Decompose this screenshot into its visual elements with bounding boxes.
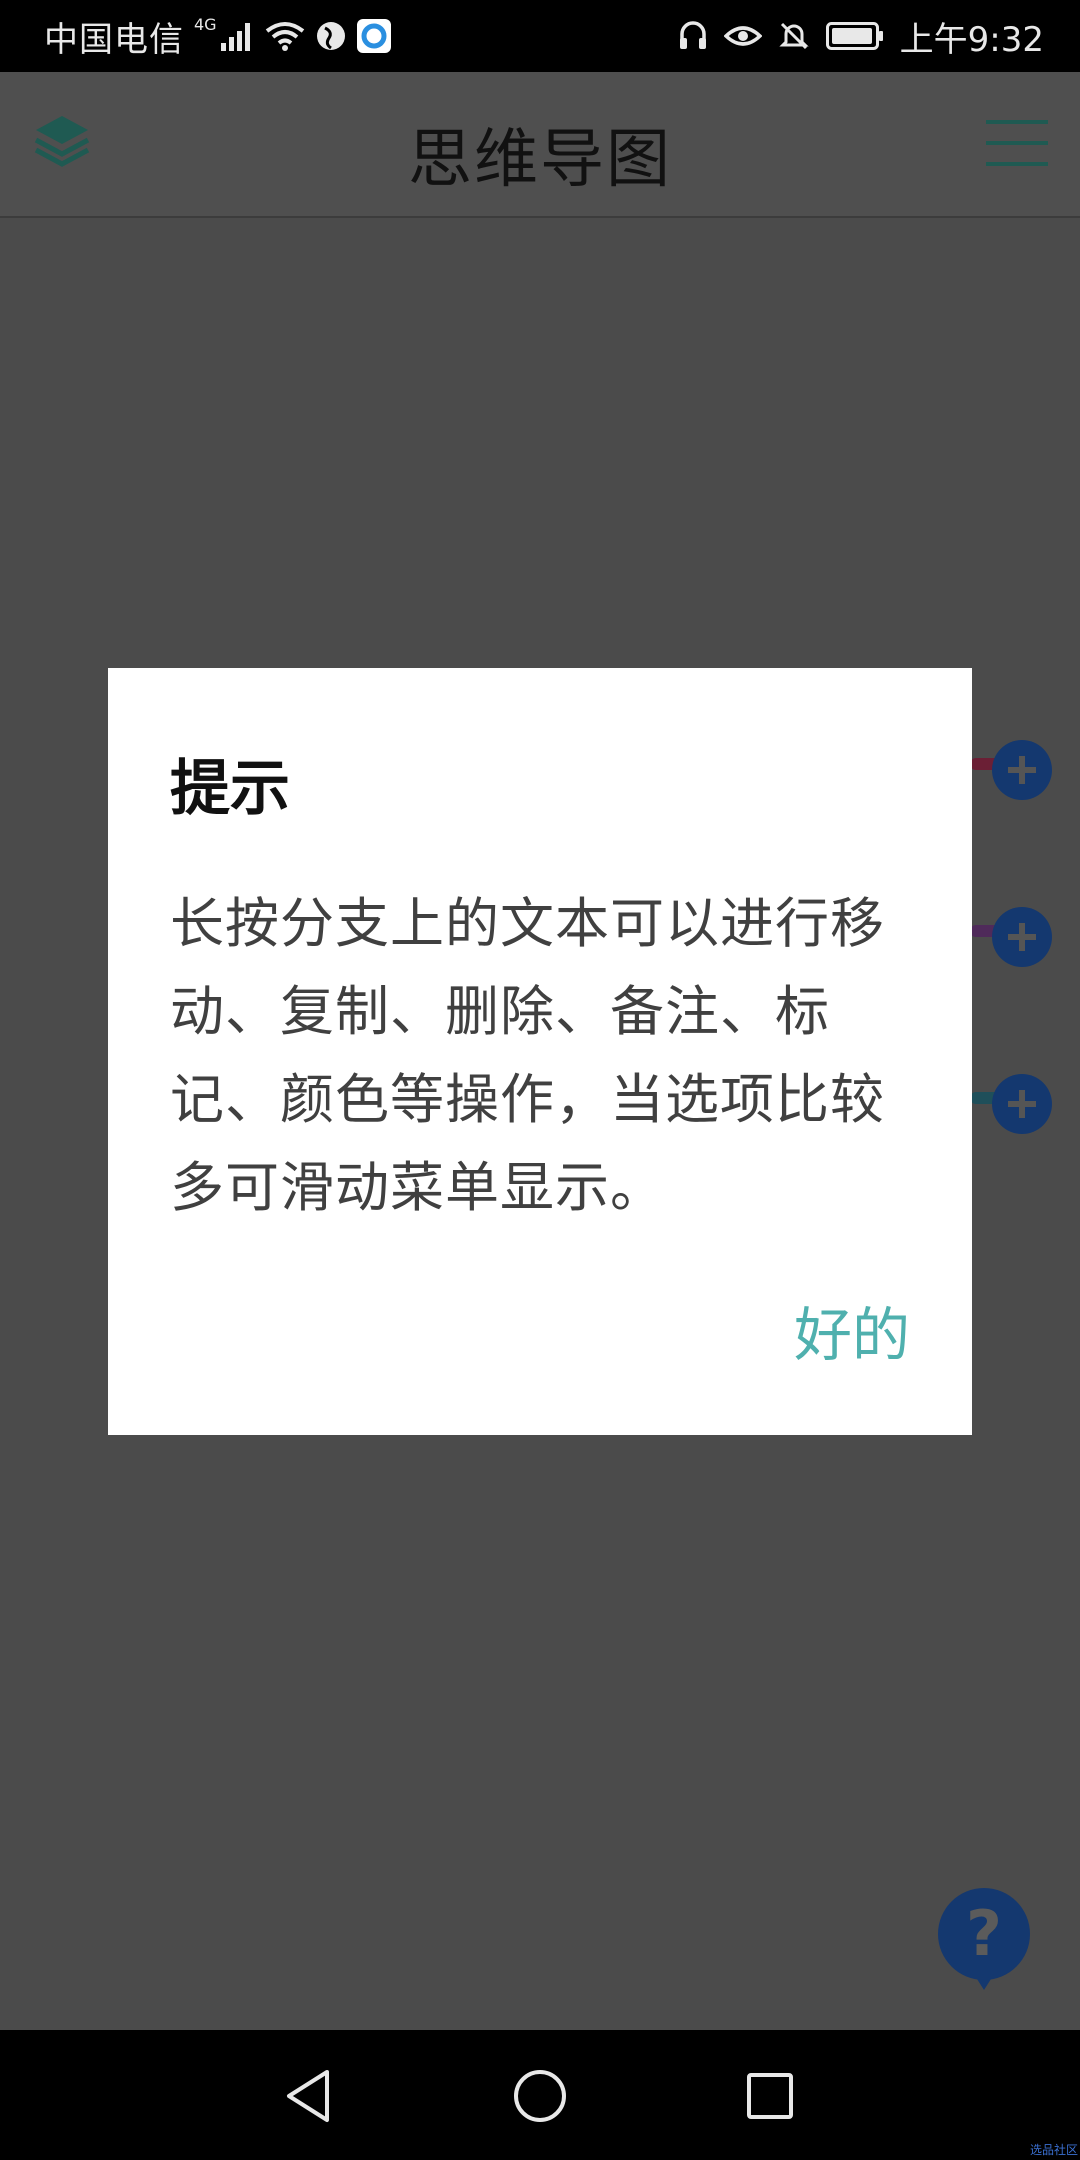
dialog-message: 长按分支上的文本可以进行移动、复制、删除、备注、标记、颜色等操作，当选项比较多可… (170, 892, 885, 1219)
watermark: 选品社区 (1029, 2143, 1078, 2157)
home-icon (514, 2070, 566, 2122)
navigation-bar: 选品社区 (0, 2030, 1080, 2160)
add-branch-button[interactable] (992, 740, 1052, 800)
recents-icon (747, 2073, 793, 2119)
eye-icon (723, 22, 762, 50)
hint-dialog: 提示 长按分支上的文本可以进行移动、复制、删除、备注、标记、颜色等操作，当选项比… (108, 668, 972, 1435)
network-type: 4G (194, 14, 217, 34)
battery-icon (825, 22, 884, 50)
add-branch-button[interactable] (992, 907, 1052, 967)
signal-icon (220, 21, 255, 51)
clock: 上午9:32 (899, 19, 1044, 60)
home-button[interactable] (504, 2060, 576, 2132)
help-button[interactable]: ? (938, 1888, 1030, 1980)
back-button[interactable] (272, 2060, 344, 2132)
carrier-name: 中国电信 (44, 19, 184, 60)
headset-icon (678, 20, 708, 52)
back-icon (287, 2070, 329, 2122)
status-bar: 中国电信 4G 上午9:32 (0, 0, 1080, 72)
status-bar-left: 中国电信 4G (44, 0, 391, 72)
app-notification-icon (356, 19, 391, 53)
dialog-title: 提示 (170, 754, 290, 824)
notification-muted-icon (778, 20, 810, 52)
ok-button[interactable]: 好的 (794, 1288, 910, 1372)
menu-icon[interactable] (986, 118, 1048, 172)
vpn-globe-icon (315, 20, 347, 52)
recents-button[interactable] (734, 2060, 806, 2132)
help-icon: ? (966, 1897, 1002, 1970)
status-bar-right: 上午9:32 (678, 0, 1044, 72)
plus-icon (1008, 756, 1036, 784)
plus-icon (1008, 923, 1036, 951)
wifi-icon (265, 21, 305, 51)
plus-icon (1008, 1090, 1036, 1118)
add-branch-button[interactable] (992, 1074, 1052, 1134)
page-title: 思维导图 (408, 123, 672, 197)
app-header: 思维导图 (0, 72, 1080, 218)
